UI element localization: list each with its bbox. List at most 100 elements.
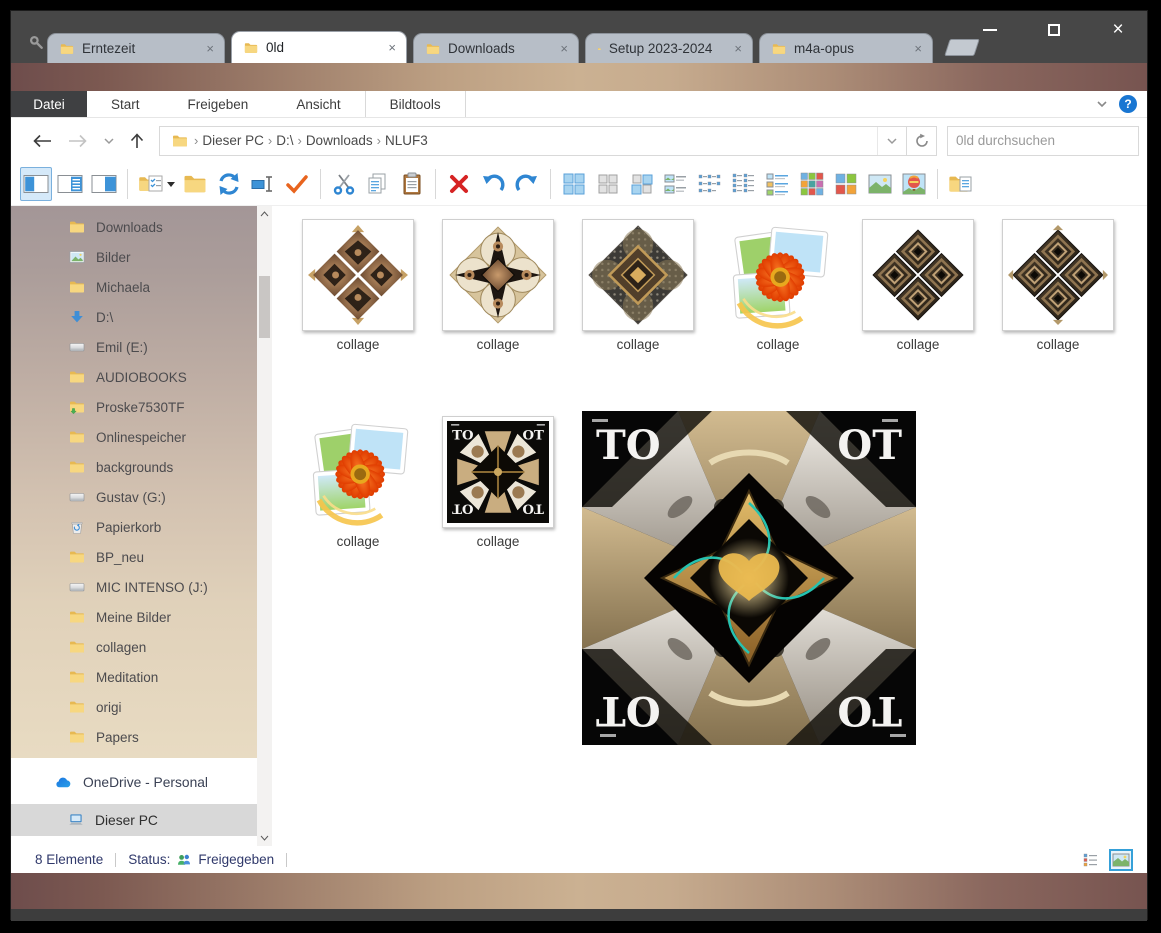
help-icon[interactable]: ? [1119,95,1137,113]
file-item[interactable]: collage [862,219,974,352]
tab-m4a-opus[interactable]: m4a-opus × [759,33,933,63]
file-item[interactable]: collage [442,219,554,352]
sidebar-item-backgrounds[interactable]: backgrounds [11,452,257,482]
menu-start[interactable]: Start [87,91,164,117]
sidebar-item-michaela[interactable]: Michaela [11,272,257,302]
details-pane-icon [91,175,117,193]
sidebar-item-collagen[interactable]: collagen [11,632,257,662]
file-item[interactable]: collage [302,416,414,549]
sidebar-item-bp-neu[interactable]: BP_neu [11,542,257,572]
delete-button[interactable] [443,167,475,201]
file-item[interactable]: collage [722,219,834,352]
minimize-button[interactable] [969,17,1011,43]
undo-button[interactable] [477,167,509,201]
list-view-icon [698,174,721,193]
sidebar-item-onedrive[interactable]: OneDrive - Personal [11,766,257,798]
breadcrumb-nluf3[interactable]: NLUF3 [381,133,432,148]
refresh-button[interactable] [907,125,937,156]
file-item[interactable]: collage [582,219,694,352]
sidebar-item-bilder[interactable]: Bilder [11,242,257,272]
scroll-down-icon[interactable] [257,830,272,846]
view-small-icons-button[interactable] [592,167,624,201]
onedrive-cloud-icon [53,774,73,791]
breadcrumb-downloads[interactable]: Downloads [302,133,377,148]
sidebar-item-mic-intenso[interactable]: MIC INTENSO (J:) [11,572,257,602]
menu-ansicht[interactable]: Ansicht [272,91,364,117]
view-thumbnails-large-button[interactable] [796,167,828,201]
cut-button[interactable] [328,167,360,201]
nav-pane-toggle-button[interactable] [20,167,52,201]
copy-path-button[interactable] [945,167,977,201]
menu-bildtools[interactable]: Bildtools [366,91,465,117]
menu-freigeben[interactable]: Freigeben [164,91,273,117]
scrollbar-thumb[interactable] [259,276,270,338]
search-input[interactable] [956,133,1133,148]
file-item[interactable]: collage [442,416,554,549]
tab-erntezeit[interactable]: Erntezeit × [47,33,225,63]
sidebar-item-origi[interactable]: origi [11,692,257,722]
thumbnail-view-toggle[interactable] [1109,848,1133,871]
view-details-button[interactable] [728,167,760,201]
breadcrumb-d-drive[interactable]: D:\ [272,133,297,148]
details-view-toggle[interactable] [1079,849,1103,871]
view-thumbnails-medium-button[interactable] [830,167,862,201]
view-content-button[interactable] [762,167,794,201]
new-folder-button[interactable] [179,167,211,201]
select-items-button[interactable] [281,167,313,201]
sidebar-item-downloads[interactable]: Downloads [11,212,257,242]
tab-close-icon[interactable]: × [192,41,214,56]
tab-close-icon[interactable]: × [720,41,742,56]
toolbar-separator [320,169,321,199]
chevron-down-icon[interactable] [1095,97,1109,111]
address-dropdown-chevron[interactable] [877,126,906,155]
sidebar-scrollbar[interactable] [257,206,272,846]
forward-button[interactable] [67,133,89,149]
view-list-button[interactable] [694,167,726,201]
sidebar-item-meditation[interactable]: Meditation [11,662,257,692]
view-extra-large-icons-button[interactable] [558,167,590,201]
sidebar-item-onlinespeicher[interactable]: Onlinespeicher [11,422,257,452]
wrench-icon[interactable] [27,33,47,53]
details-pane-button[interactable] [88,167,120,201]
preview-pane-button[interactable] [54,167,86,201]
up-button[interactable] [129,132,145,150]
tab-close-icon[interactable]: × [546,41,568,56]
breadcrumb-dieser-pc[interactable]: Dieser PC [198,133,268,148]
preview-image[interactable] [582,411,916,745]
sidebar-item-proske7530tf[interactable]: Proske7530TF [11,392,257,422]
view-picture-xl-button[interactable] [898,167,930,201]
file-item[interactable]: collage [1002,219,1114,352]
back-button[interactable] [31,133,53,149]
sidebar-item-papierkorb[interactable]: Papierkorb [11,512,257,542]
sidebar-item-papers[interactable]: Papers [11,722,257,752]
view-medium-icons-button[interactable] [626,167,658,201]
tab-0ld[interactable]: 0ld × [231,31,407,63]
tab-close-icon[interactable]: × [374,40,396,55]
sidebar-item-gustav[interactable]: Gustav (G:) [11,482,257,512]
maximize-button[interactable] [1033,17,1075,43]
sidebar-item-meine-bilder[interactable]: Meine Bilder [11,602,257,632]
file-item[interactable]: collage [302,219,414,352]
redo-button[interactable] [511,167,543,201]
search-box[interactable] [947,125,1139,156]
menu-datei[interactable]: Datei [11,91,87,117]
sidebar-item-audiobooks[interactable]: AUDIOBOOKS [11,362,257,392]
sidebar-item-emil[interactable]: Emil (E:) [11,332,257,362]
address-box[interactable]: › Dieser PC › D:\ › Downloads › NLUF3 [159,125,907,156]
tab-setup-2023-2024[interactable]: Setup 2023-2024 × [585,33,753,63]
view-tiles-button[interactable] [660,167,692,201]
quick-access-tree: Downloads Bilder Michaela D:\ Emil (E:) … [11,206,257,758]
recent-locations-chevron[interactable] [103,136,115,146]
sidebar-item-d-drive[interactable]: D:\ [11,302,257,332]
paste-button[interactable] [396,167,428,201]
close-button[interactable]: × [1097,17,1139,43]
scroll-up-icon[interactable] [257,206,272,222]
sync-button[interactable] [213,167,245,201]
view-picture-button[interactable] [864,167,896,201]
copy-button[interactable] [362,167,394,201]
tab-downloads[interactable]: Downloads × [413,33,579,63]
tab-close-icon[interactable]: × [900,41,922,56]
sidebar-item-dieser-pc[interactable]: Dieser PC [11,804,257,836]
folder-options-button[interactable] [135,167,177,201]
rename-button[interactable] [247,167,279,201]
